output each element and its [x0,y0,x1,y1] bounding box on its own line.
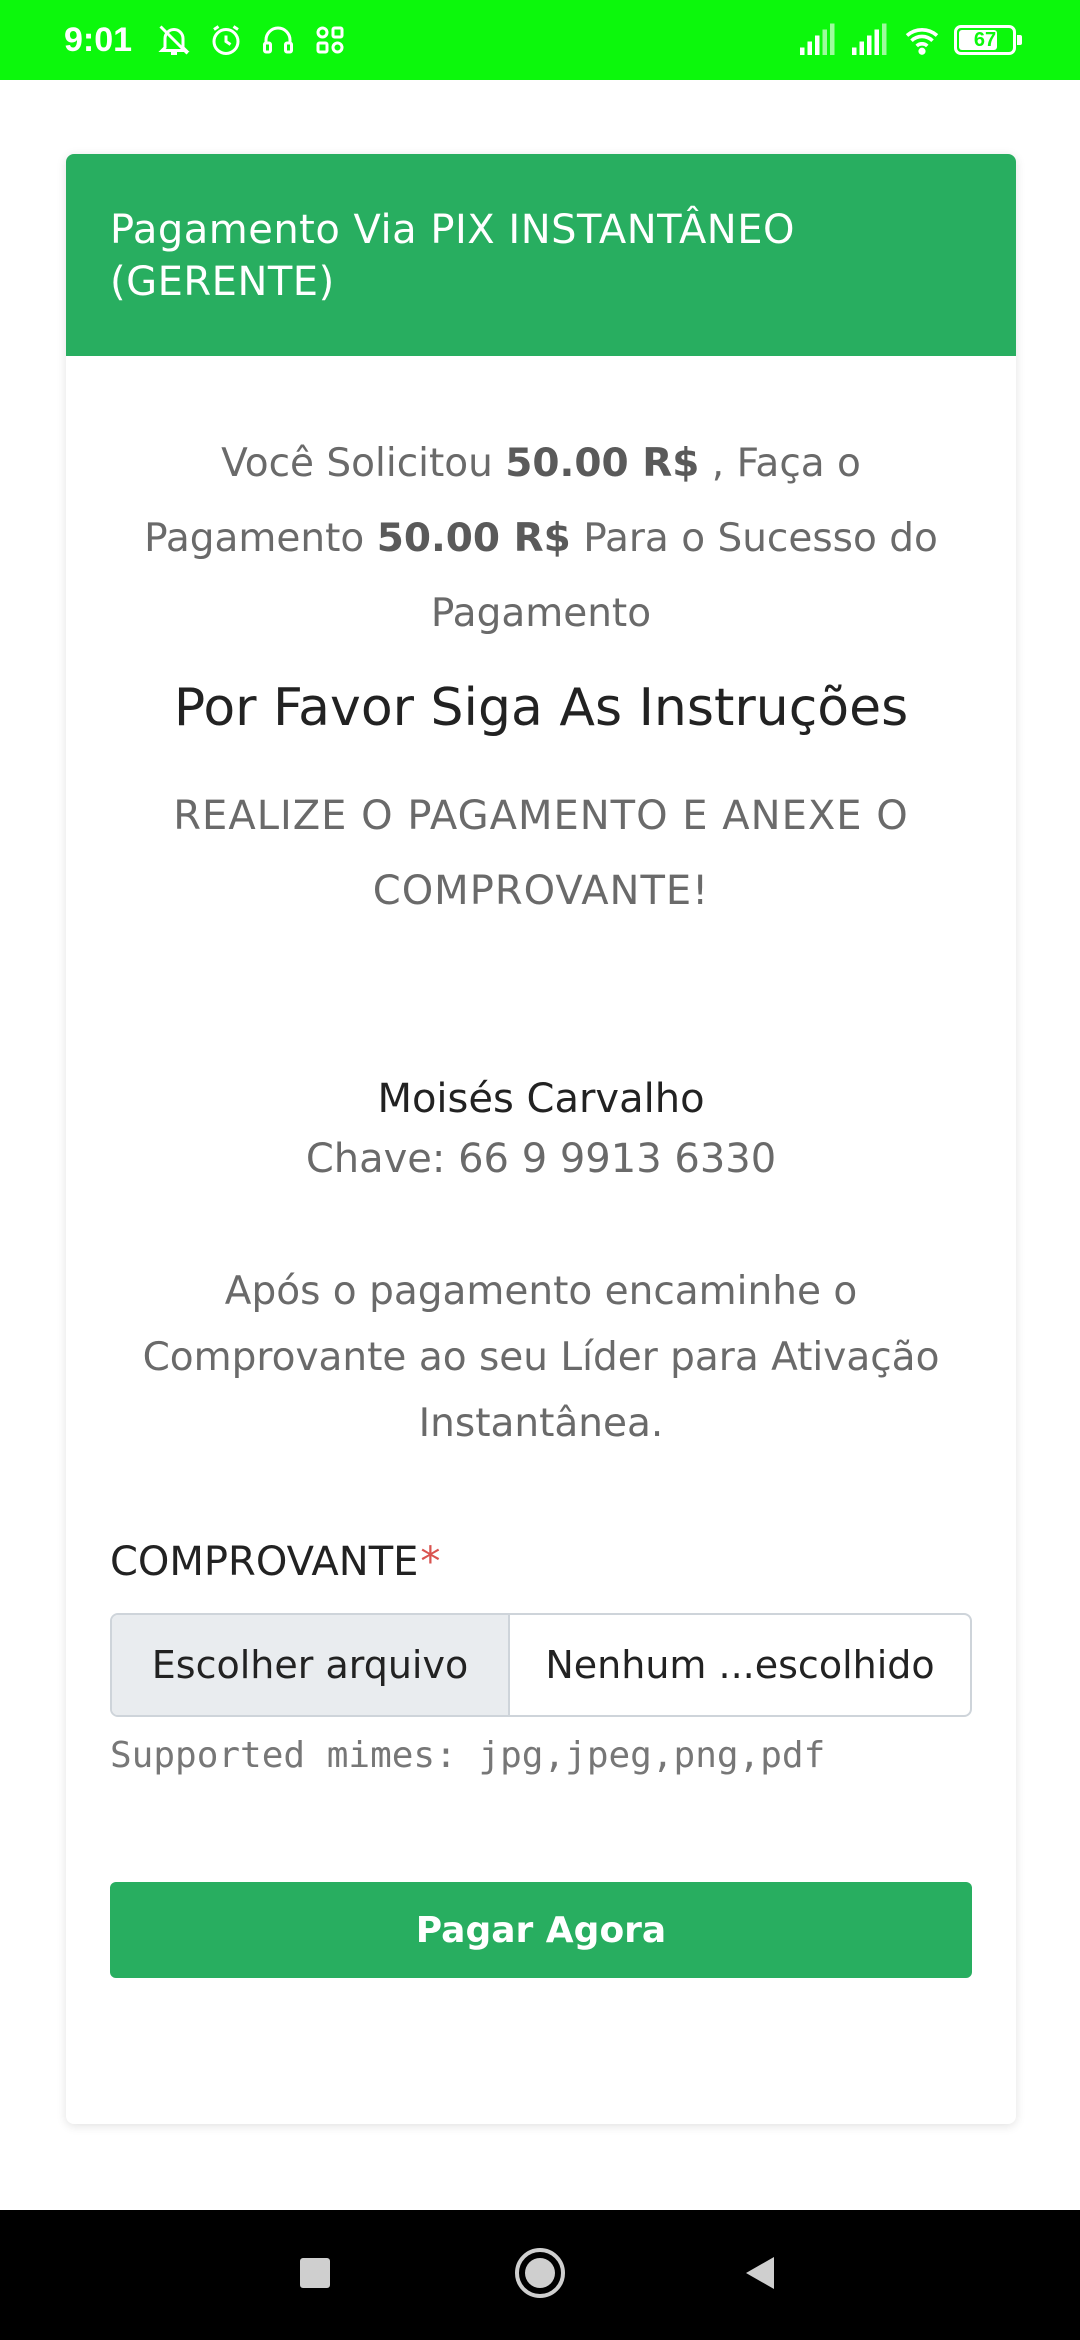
payment-amount: 50.00 R$ [376,516,571,561]
choose-file-button[interactable]: Escolher arquivo [112,1615,510,1715]
request-summary: Você Solicitou 50.00 R$ , Faça o Pagamen… [110,426,972,651]
signal-icon [798,22,835,58]
status-time: 9:01 [64,20,133,59]
instructions-text: REALIZE O PAGAMENTO E ANEXE O COMPROVANT… [173,793,909,914]
receipt-label-text: COMPROVANTE [110,1539,419,1585]
home-button[interactable] [480,2210,600,2340]
receipt-file-input[interactable]: Escolher arquivo Nenhum ...escolhido [110,1613,972,1717]
card-body: Você Solicitou 50.00 R$ , Faça o Pagamen… [66,426,1016,1978]
battery-level: 67 [973,28,997,51]
recents-button[interactable] [255,2210,375,2340]
headset-icon [260,22,296,58]
status-bar: 9:01 67 [0,0,1080,80]
bell-off-icon [156,22,192,58]
payment-card: Pagamento Via PIX INSTANTÂNEO (GERENTE) … [66,154,1016,2124]
back-button[interactable] [700,2210,820,2340]
requested-amount: 50.00 R$ [505,441,700,486]
file-status: Nenhum ...escolhido [545,1643,935,1687]
apps-icon [312,22,348,58]
pix-recipient-name: Moisés Carvalho [377,1076,705,1122]
intro-text-1: Você Solicitou [221,441,506,486]
square-icon [298,2256,332,2294]
required-mark: * [420,1539,441,1585]
navigation-bar [0,2210,1080,2340]
home-circle-icon [513,2246,567,2304]
instructions-title: Por Favor Siga As Instruções [173,678,909,738]
back-triangle-icon [740,2253,780,2297]
card-title: Pagamento Via PIX INSTANTÂNEO (GERENTE) [110,207,795,305]
after-payment-note: Após o pagamento encaminhe o Comprovante… [142,1269,940,1446]
pix-key: Chave: 66 9 9913 6330 [305,1136,777,1182]
card-header: Pagamento Via PIX INSTANTÂNEO (GERENTE) [66,154,1016,356]
battery-icon: 67 [954,25,1022,55]
alarm-icon [208,22,244,58]
signal-icon [850,22,887,58]
supported-mimes-hint: Supported mimes: jpg,jpeg,png,pdf [110,1735,826,1776]
wifi-icon [902,22,939,58]
pay-now-button[interactable]: Pagar Agora [110,1882,972,1978]
receipt-label: COMPROVANTE* [110,1539,972,1585]
